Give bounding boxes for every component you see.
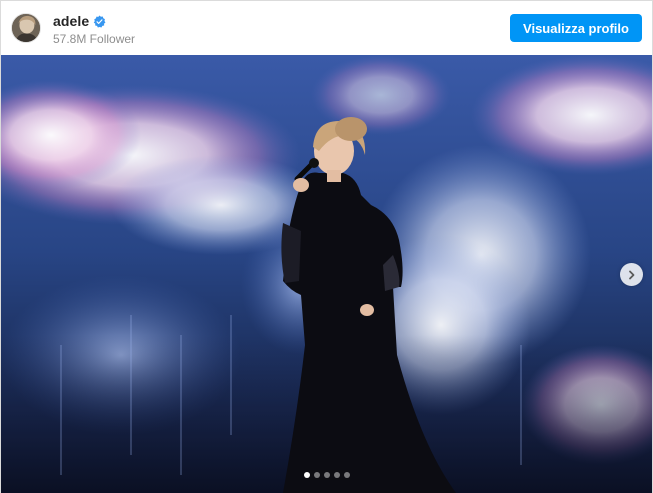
instagram-embed: adele 57.8M Follower Visualizza profilo	[0, 0, 653, 493]
view-profile-button[interactable]: Visualizza profilo	[510, 14, 642, 42]
avatar-image	[12, 14, 40, 42]
carousel-next-button[interactable]	[620, 263, 643, 286]
post-header: adele 57.8M Follower Visualizza profilo	[1, 1, 652, 55]
carousel-dot[interactable]	[323, 472, 330, 478]
username-row: adele	[53, 13, 135, 29]
follower-count: 57.8M Follower	[53, 32, 136, 46]
username[interactable]: adele	[53, 13, 89, 29]
post-image[interactable]	[1, 55, 652, 493]
carousel-dot[interactable]	[313, 472, 320, 478]
verified-badge-icon	[93, 15, 106, 28]
carousel-dot[interactable]	[343, 472, 350, 478]
avatar[interactable]	[11, 13, 41, 43]
user-info: adele 57.8M Follower	[53, 13, 135, 46]
carousel-dot[interactable]	[333, 472, 340, 478]
concert-photo	[1, 55, 652, 493]
carousel-dot[interactable]	[303, 472, 310, 478]
chevron-right-icon	[628, 270, 634, 279]
carousel-indicator	[1, 472, 652, 478]
